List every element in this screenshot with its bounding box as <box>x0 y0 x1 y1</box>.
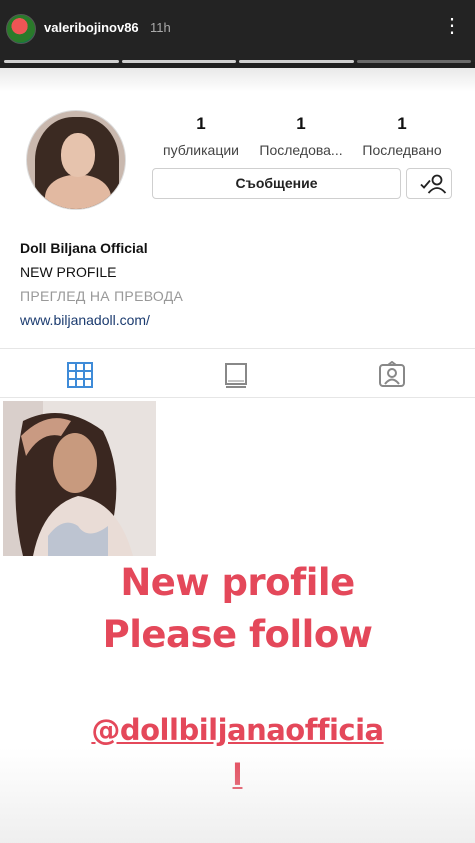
story-viewer: valeribojinov86 11h ⋮ 1 публикации 1 Пос… <box>0 0 475 843</box>
progress-segment <box>4 60 119 63</box>
story-text-new-profile: New profile <box>120 561 355 604</box>
story-mention-continued[interactable]: l <box>0 758 475 792</box>
stat-posts[interactable]: 1 публикации <box>151 114 251 158</box>
post-photo <box>3 401 156 556</box>
person-check-icon <box>420 174 447 194</box>
stat-following-label: Последвано <box>362 142 442 158</box>
card-edge <box>0 68 475 92</box>
igtv-icon <box>225 363 247 388</box>
profile-tabbar <box>0 348 475 398</box>
tab-igtv[interactable] <box>222 361 250 389</box>
story-username[interactable]: valeribojinov86 <box>44 20 139 35</box>
progress-segment <box>239 60 354 63</box>
profile-bio: NEW PROFILE <box>20 264 117 280</box>
see-translation-link[interactable]: ПРЕГЛЕД НА ПРЕВОДА <box>20 288 183 304</box>
stat-followers-label: Последова... <box>259 142 343 158</box>
progress-segment <box>356 60 471 63</box>
avatar-face <box>61 133 95 177</box>
stat-followers[interactable]: 1 Последова... <box>251 114 351 158</box>
story-header: valeribojinov86 11h ⋮ <box>0 0 475 62</box>
tagged-icon <box>379 360 405 387</box>
profile-name: Doll Biljana Official <box>20 240 148 256</box>
post-thumbnail[interactable] <box>3 401 156 556</box>
grid-icon <box>67 362 93 388</box>
more-dots-icon[interactable]: ⋮ <box>442 16 463 36</box>
avatar-body <box>45 175 111 209</box>
profile-website-link[interactable]: www.biljanadoll.com/ <box>20 312 150 328</box>
story-time: 11h <box>150 20 171 35</box>
story-text-please-follow: Please follow <box>102 613 373 656</box>
message-button[interactable]: Съобщение <box>152 168 401 199</box>
profile-screenshot: 1 публикации 1 Последова... 1 Последвано… <box>0 68 475 843</box>
progress-segment <box>121 60 236 63</box>
follow-button[interactable] <box>406 168 452 199</box>
story-progress <box>4 60 471 63</box>
stat-followers-count: 1 <box>296 114 306 133</box>
tab-grid[interactable] <box>66 361 94 389</box>
stat-posts-label: публикации <box>163 142 239 158</box>
story-mention[interactable]: @dollbiljanaofficia <box>0 713 475 747</box>
stat-posts-count: 1 <box>196 114 206 133</box>
profile-avatar[interactable] <box>26 110 126 210</box>
stat-following-count: 1 <box>397 114 407 133</box>
tab-tagged[interactable] <box>378 360 406 389</box>
story-avatar[interactable] <box>6 14 36 44</box>
stat-following[interactable]: 1 Последвано <box>352 114 452 158</box>
